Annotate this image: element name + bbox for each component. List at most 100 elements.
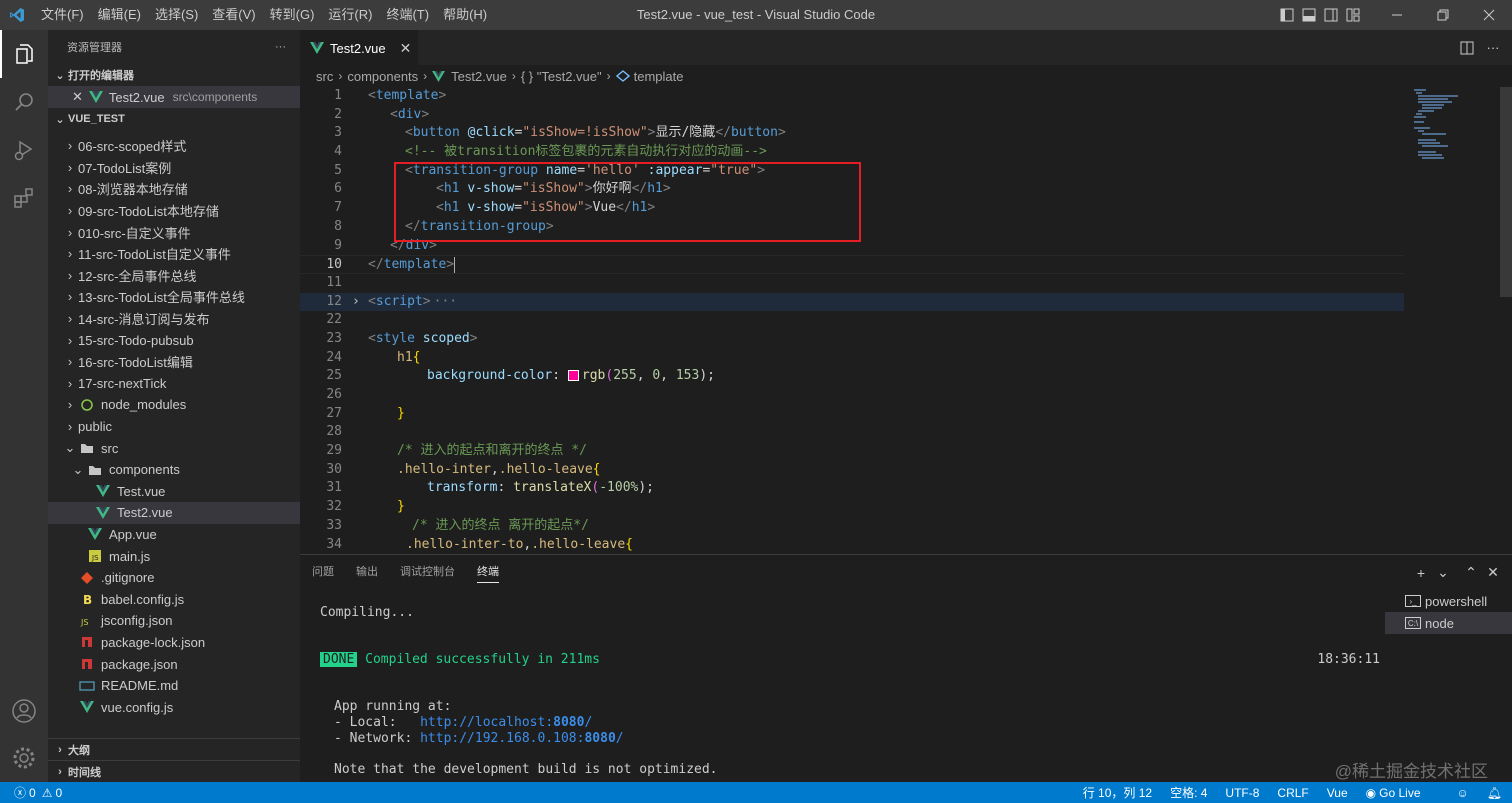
restore-icon[interactable]: [1420, 0, 1466, 30]
tree-item[interactable]: Test2.vue: [48, 502, 300, 524]
local-url[interactable]: http://localhost:8080/: [420, 715, 592, 730]
tree-item[interactable]: JS jsconfig.json: [48, 610, 300, 632]
terminal-item-node[interactable]: C:\ node: [1385, 612, 1512, 634]
menu-run[interactable]: 运行(R): [321, 0, 379, 30]
problems-status[interactable]: ⓧ 0 ⚠ 0: [0, 784, 62, 801]
extensions-icon[interactable]: [0, 174, 48, 222]
tree-item[interactable]: package-lock.json: [48, 632, 300, 654]
settings-gear-icon[interactable]: [0, 734, 48, 782]
minimap[interactable]: [1404, 87, 1512, 554]
panel-tab-output[interactable]: 输出: [356, 555, 378, 590]
tree-item[interactable]: › 16-src-TodoList编辑: [48, 351, 300, 373]
tab-close-icon[interactable]: ✕: [400, 40, 412, 57]
npm-file-icon: [78, 634, 96, 650]
tree-item[interactable]: › 12-src-全局事件总线: [48, 265, 300, 287]
color-swatch[interactable]: [567, 370, 579, 382]
close-panel-icon[interactable]: ✕: [1482, 564, 1504, 581]
menu-go[interactable]: 转到(G): [263, 0, 322, 30]
panel-tab-debug-console[interactable]: 调试控制台: [400, 555, 455, 590]
tree-item[interactable]: Bbabel.config.js: [48, 588, 300, 610]
terminal-item-powershell[interactable]: ›_ powershell: [1385, 590, 1512, 612]
menu-file[interactable]: 文件(F): [34, 0, 91, 30]
code-token: @click: [467, 125, 515, 141]
tree-item[interactable]: › 08-浏览器本地存储: [48, 178, 300, 200]
line-number: 4: [334, 144, 342, 160]
tree-item[interactable]: ⌄ components: [48, 459, 300, 481]
breadcrumb-components[interactable]: components: [347, 69, 418, 84]
folded-ellipsis[interactable]: ···: [434, 294, 457, 309]
tree-item[interactable]: ⌄ src: [48, 437, 300, 459]
tree-item[interactable]: › public: [48, 416, 300, 438]
project-section[interactable]: ⌄ VUE_TEST: [48, 108, 300, 130]
chevron-right-icon: ›: [338, 69, 343, 83]
panel-tab-problems[interactable]: 问题: [312, 555, 334, 590]
tree-item[interactable]: › 09-src-TodoList本地存储: [48, 200, 300, 222]
terminal-output[interactable]: Compiling... DONE Compiled successfully …: [320, 605, 1380, 778]
breadcrumb-file[interactable]: Test2.vue: [451, 69, 507, 84]
tree-item[interactable]: › 14-src-消息订阅与发布: [48, 308, 300, 330]
split-editor-icon[interactable]: [1454, 41, 1480, 55]
network-url[interactable]: http://192.168.0.108:8080/: [420, 731, 624, 746]
fold-chevron-right-icon[interactable]: ›: [352, 293, 360, 312]
menu-terminal[interactable]: 终端(T): [379, 0, 436, 30]
tree-item[interactable]: › 11-src-TodoList自定义事件: [48, 243, 300, 265]
code-editor[interactable]: 1 <template> 2 <div> 3 <button @click="isSh…: [300, 87, 1404, 554]
maximize-panel-icon[interactable]: ⌃: [1460, 564, 1482, 581]
language-mode[interactable]: Vue: [1327, 786, 1348, 800]
new-terminal-icon[interactable]: +: [1410, 565, 1432, 581]
tree-item[interactable]: JS main.js: [48, 545, 300, 567]
outline-section[interactable]: › 大纲: [48, 738, 300, 760]
close-window-icon[interactable]: [1466, 0, 1512, 30]
code-token: <: [368, 330, 376, 346]
tree-item[interactable]: Test.vue: [48, 481, 300, 503]
menu-edit[interactable]: 编辑(E): [91, 0, 148, 30]
breadcrumb-template[interactable]: template: [634, 69, 684, 84]
close-icon[interactable]: ✕: [72, 89, 83, 105]
tree-item[interactable]: › 17-src-nextTick: [48, 373, 300, 395]
tree-item[interactable]: › 07-TodoList案例: [48, 157, 300, 179]
open-editors-section[interactable]: ⌄ 打开的编辑器: [48, 64, 300, 86]
feedback-icon[interactable]: ☺: [1457, 786, 1469, 800]
panel-tab-terminal[interactable]: 终端: [477, 555, 499, 590]
tree-item[interactable]: › 15-src-Todo-pubsub: [48, 329, 300, 351]
encoding[interactable]: UTF-8: [1225, 786, 1259, 800]
minimize-icon[interactable]: [1374, 0, 1420, 30]
account-icon[interactable]: [0, 687, 48, 735]
notifications-bell-icon[interactable]: 🔔︎: [1487, 786, 1502, 800]
indentation[interactable]: 空格: 4: [1170, 784, 1207, 801]
tree-item-label: 08-浏览器本地存储: [78, 182, 188, 198]
menu-selection[interactable]: 选择(S): [148, 0, 205, 30]
more-actions-icon[interactable]: ···: [1480, 40, 1506, 55]
toggle-panel-icon[interactable]: [1298, 0, 1320, 30]
menu-help[interactable]: 帮助(H): [436, 0, 494, 30]
toggle-sidebar-icon[interactable]: [1276, 0, 1298, 30]
timeline-section[interactable]: › 时间线: [48, 760, 300, 782]
search-icon[interactable]: [0, 78, 48, 126]
tree-item[interactable]: › 010-src-自定义事件: [48, 221, 300, 243]
go-live-button[interactable]: ◉ Go Live: [1366, 786, 1439, 800]
tree-item[interactable]: README.md: [48, 675, 300, 697]
breadcrumb-src[interactable]: src: [316, 69, 333, 84]
tab-test2-vue[interactable]: Test2.vue ✕: [300, 30, 418, 65]
tree-item[interactable]: › 06-src-scoped样式: [48, 135, 300, 157]
tree-item[interactable]: vue.config.js: [48, 696, 300, 718]
terminal-dropdown-icon[interactable]: ⌄: [1432, 564, 1454, 581]
tree-item[interactable]: App.vue: [48, 524, 300, 546]
vertical-scrollbar[interactable]: [1500, 87, 1512, 297]
explorer-icon[interactable]: [0, 30, 48, 78]
tree-item[interactable]: › 13-src-TodoList全局事件总线: [48, 286, 300, 308]
chevron-right-icon: ›: [67, 354, 73, 370]
tree-item[interactable]: .gitignore: [48, 567, 300, 589]
toggle-secondary-sidebar-icon[interactable]: [1320, 0, 1342, 30]
more-actions-icon[interactable]: ···: [275, 41, 286, 53]
menu-view[interactable]: 查看(V): [205, 0, 262, 30]
breadcrumb-module[interactable]: { } "Test2.vue": [521, 69, 602, 84]
chevron-right-icon: ›: [67, 224, 73, 240]
open-editor-item[interactable]: ✕ Test2.vue src\components: [48, 86, 300, 108]
end-of-line[interactable]: CRLF: [1277, 786, 1308, 800]
customize-layout-icon[interactable]: [1342, 0, 1364, 30]
tree-item[interactable]: › node_modules: [48, 394, 300, 416]
tree-item[interactable]: package.json: [48, 653, 300, 675]
run-debug-icon[interactable]: [0, 126, 48, 174]
cursor-position[interactable]: 行 10，列 12: [1083, 784, 1152, 801]
